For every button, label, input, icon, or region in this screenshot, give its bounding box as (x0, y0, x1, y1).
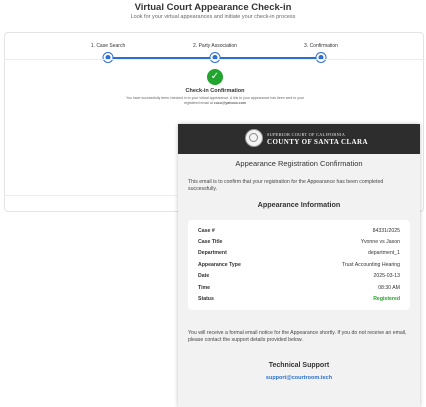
step-label-party-association: 2. Party Association (193, 43, 237, 49)
page-title: Virtual Court Appearance Check-in (134, 2, 292, 13)
status-badge: Registered (373, 296, 400, 303)
info-label: Case Title (198, 239, 223, 246)
card-divider (5, 195, 177, 196)
info-value: Yvonne vs Jason (360, 239, 400, 246)
info-label: Case # (198, 227, 215, 234)
check-circle-icon: ✓ (207, 69, 223, 85)
progress-stepper: 1. Case Search 2. Party Association 3. C… (5, 43, 425, 65)
confirmation-email-panel: SUPERIOR COURT OF CALIFORNIA COUNTY OF S… (178, 124, 420, 407)
info-label: Time (198, 284, 211, 291)
page-subtitle: Look for your virtual appearances and in… (130, 14, 296, 20)
info-label: Appearance Type (198, 261, 241, 268)
stepper-divider (5, 59, 425, 60)
info-value: 84331/2025 (372, 227, 400, 234)
email-title: Appearance Registration Confirmation (235, 159, 363, 168)
info-row-department: Department department_1 (198, 248, 400, 259)
support-title: Technical Support (268, 362, 330, 369)
info-row-appearance-type: Appearance Type Trust Accounting Hearing (198, 259, 400, 270)
support-email-link[interactable]: support@courtroom.tech (178, 375, 420, 381)
confirmation-email: cucu@yahooo.com (213, 101, 246, 105)
info-row-case-number: Case # 84331/2025 (198, 225, 400, 236)
email-notice: You will receive a formal email notice f… (188, 330, 407, 343)
email-intro: This email is to confirm that your regis… (188, 179, 384, 192)
county-name: COUNTY OF SANTA CLARA (267, 138, 368, 146)
court-seal-icon (245, 129, 263, 147)
step-dot-confirmation[interactable] (316, 53, 326, 62)
appearance-info-title: Appearance Information (257, 200, 341, 209)
info-row-case-title: Case Title Yvonne vs Jason (198, 236, 400, 247)
confirmation-text: You have successfully been checked in to… (125, 96, 305, 106)
info-label: Status (198, 296, 214, 303)
info-value: department_1 (367, 250, 400, 257)
step-label-case-search: 1. Case Search (90, 43, 126, 49)
step-dot-case-search[interactable] (103, 53, 113, 62)
info-label: Date (198, 273, 210, 280)
info-value: Trust Accounting Hearing (341, 261, 400, 268)
appearance-info-box: Case # 84331/2025 Case Title Yvonne vs J… (188, 220, 410, 310)
info-value: 08:30 AM (378, 284, 400, 291)
info-row-time: Time 08:30 AM (198, 282, 400, 293)
step-label-confirmation: 3. Confirmation (304, 43, 338, 49)
email-header: SUPERIOR COURT OF CALIFORNIA COUNTY OF S… (178, 124, 420, 154)
court-name: SUPERIOR COURT OF CALIFORNIA (267, 132, 346, 137)
info-row-date: Date 2025-03-13 (198, 271, 400, 282)
info-value: 2025-03-13 (373, 273, 400, 280)
info-row-status: Status Registered (198, 293, 400, 304)
confirmation-title: Check-in Confirmation (185, 88, 245, 94)
step-dot-party-association[interactable] (210, 53, 220, 62)
info-label: Department (198, 250, 227, 257)
